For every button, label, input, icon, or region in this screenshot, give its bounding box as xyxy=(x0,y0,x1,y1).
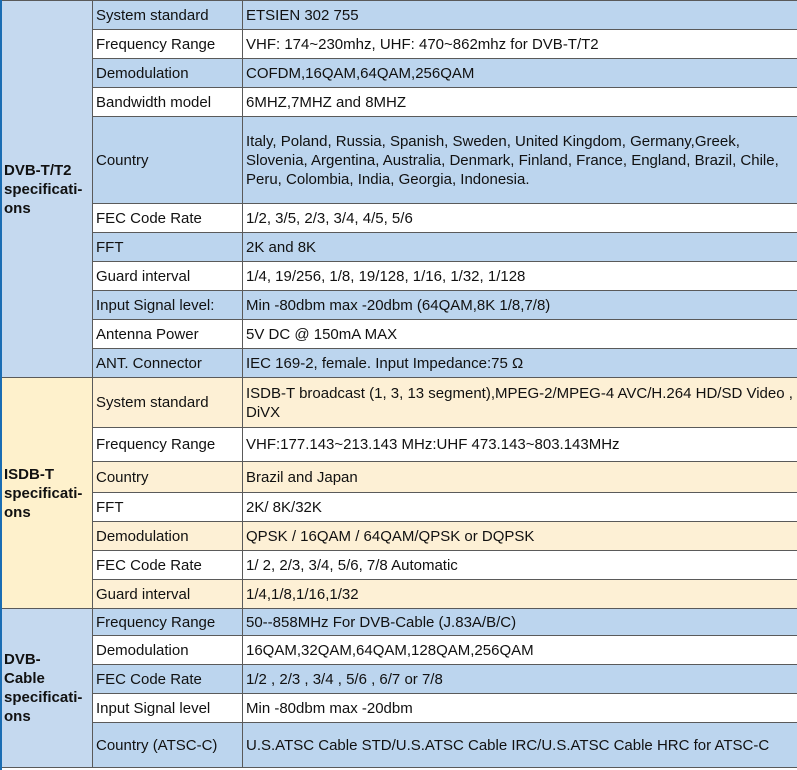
row-value: Italy, Poland, Russia, Spanish, Sweden, … xyxy=(242,116,797,204)
row-value: 16QAM,32QAM,64QAM,128QAM,256QAM xyxy=(242,635,797,665)
table-row: Antenna Power 5V DC @ 150mA MAX xyxy=(1,319,797,349)
table-row: ISDB-T specificati-ons System standard IS… xyxy=(0,377,797,609)
row-value: ETSIEN 302 755 xyxy=(242,0,797,30)
table-row: Country Italy, Poland, Russia, Spanish, … xyxy=(1,116,797,204)
row-value: 2K and 8K xyxy=(242,232,797,262)
table-row: Input Signal level: Min -80dbm max -20db… xyxy=(1,290,797,320)
table-row: FEC Code Rate 1/2 , 2/3 , 3/4 , 5/6 , 6/… xyxy=(1,664,797,694)
row-label: Guard interval xyxy=(92,261,243,291)
row-label: Input Signal level xyxy=(92,693,243,723)
row-label: FFT xyxy=(92,492,243,522)
row-label: System standard xyxy=(92,377,243,428)
table-row: DVB- Cable specificati-ons Frequency Range… xyxy=(0,608,797,768)
row-value: 2K/ 8K/32K xyxy=(242,492,797,522)
section-title-dvbt: DVB-T/T2 specificati-ons xyxy=(0,0,93,378)
row-value: 6MHZ,7MHZ and 8MHZ xyxy=(242,87,797,117)
row-value: QPSK / 16QAM / 64QAM/QPSK or DQPSK xyxy=(242,521,797,551)
row-label: Frequency Range xyxy=(92,608,243,636)
row-value: 1/2 , 2/3 , 3/4 , 5/6 , 6/7 or 7/8 xyxy=(242,664,797,694)
row-label: Guard interval xyxy=(92,579,243,609)
row-value: COFDM,16QAM,64QAM,256QAM xyxy=(242,58,797,88)
row-label: Frequency Range xyxy=(92,29,243,59)
table-row: Demodulation 16QAM,32QAM,64QAM,128QAM,25… xyxy=(1,635,797,665)
row-label: FFT xyxy=(92,232,243,262)
row-label: Country (ATSC-C) xyxy=(92,722,243,768)
table-row: Input Signal level Min -80dbm max -20dbm xyxy=(1,693,797,723)
row-label: Input Signal level: xyxy=(92,290,243,320)
row-label: Demodulation xyxy=(92,58,243,88)
row-value: 5V DC @ 150mA MAX xyxy=(242,319,797,349)
table-row: Frequency Range VHF:177.143~213.143 MHz:… xyxy=(1,427,797,462)
row-value: IEC 169-2, female. Input Impedance:75 Ω xyxy=(242,348,797,378)
row-label: FEC Code Rate xyxy=(92,203,243,233)
row-value: VHF:177.143~213.143 MHz:UHF 473.143~803.… xyxy=(242,427,797,462)
table-row: Demodulation QPSK / 16QAM / 64QAM/QPSK o… xyxy=(1,521,797,551)
row-value: Min -80dbm max -20dbm (64QAM,8K 1/8,7/8) xyxy=(242,290,797,320)
row-label: ANT. Connector xyxy=(92,348,243,378)
table-row: ANT. Connector IEC 169-2, female. Input … xyxy=(1,348,797,378)
row-label: System standard xyxy=(92,0,243,30)
spec-table: DVB-T/T2 specificati-ons System standard … xyxy=(0,0,797,768)
row-value: 1/4,1/8,1/16,1/32 xyxy=(242,579,797,609)
row-label: Demodulation xyxy=(92,521,243,551)
table-row: FFT 2K/ 8K/32K xyxy=(1,492,797,522)
table-row: DVB-T/T2 specificati-ons System standard … xyxy=(0,0,797,378)
row-label: FEC Code Rate xyxy=(92,664,243,694)
table-row: Country (ATSC-C) U.S.ATSC Cable STD/U.S.… xyxy=(1,722,797,768)
table-row: Guard interval 1/4,1/8,1/16,1/32 xyxy=(1,579,797,609)
row-value: VHF: 174~230mhz, UHF: 470~862mhz for DVB… xyxy=(242,29,797,59)
table-row: FEC Code Rate 1/2, 3/5, 2/3, 3/4, 4/5, 5… xyxy=(1,203,797,233)
row-label: Antenna Power xyxy=(92,319,243,349)
left-edge-bar xyxy=(0,0,2,770)
row-value: Min -80dbm max -20dbm xyxy=(242,693,797,723)
row-value: 1/4, 19/256, 1/8, 19/128, 1/16, 1/32, 1/… xyxy=(242,261,797,291)
row-value: U.S.ATSC Cable STD/U.S.ATSC Cable IRC/U.… xyxy=(242,722,797,768)
row-label: Bandwidth model xyxy=(92,87,243,117)
table-row: FFT 2K and 8K xyxy=(1,232,797,262)
table-row: Guard interval 1/4, 19/256, 1/8, 19/128,… xyxy=(1,261,797,291)
row-value: 1/2, 3/5, 2/3, 3/4, 4/5, 5/6 xyxy=(242,203,797,233)
table-row: Bandwidth model 6MHZ,7MHZ and 8MHZ xyxy=(1,87,797,117)
row-label: Country xyxy=(92,461,243,493)
row-label: FEC Code Rate xyxy=(92,550,243,580)
row-value: ISDB-T broadcast (1, 3, 13 segment),MPEG… xyxy=(242,377,797,428)
table-row: Country Brazil and Japan xyxy=(1,461,797,493)
row-label: Demodulation xyxy=(92,635,243,665)
row-label: Frequency Range xyxy=(92,427,243,462)
table-row: FEC Code Rate 1/ 2, 2/3, 3/4, 5/6, 7/8 A… xyxy=(1,550,797,580)
row-label: Country xyxy=(92,116,243,204)
section-title-isdbt: ISDB-T specificati-ons xyxy=(0,377,93,609)
table-row: Demodulation COFDM,16QAM,64QAM,256QAM xyxy=(1,58,797,88)
row-value: 50--858MHz For DVB-Cable (J.83A/B/C) xyxy=(242,608,797,636)
table-row: Frequency Range VHF: 174~230mhz, UHF: 47… xyxy=(1,29,797,59)
row-value: Brazil and Japan xyxy=(242,461,797,493)
row-value: 1/ 2, 2/3, 3/4, 5/6, 7/8 Automatic xyxy=(242,550,797,580)
section-title-dvbc: DVB- Cable specificati-ons xyxy=(0,608,93,768)
